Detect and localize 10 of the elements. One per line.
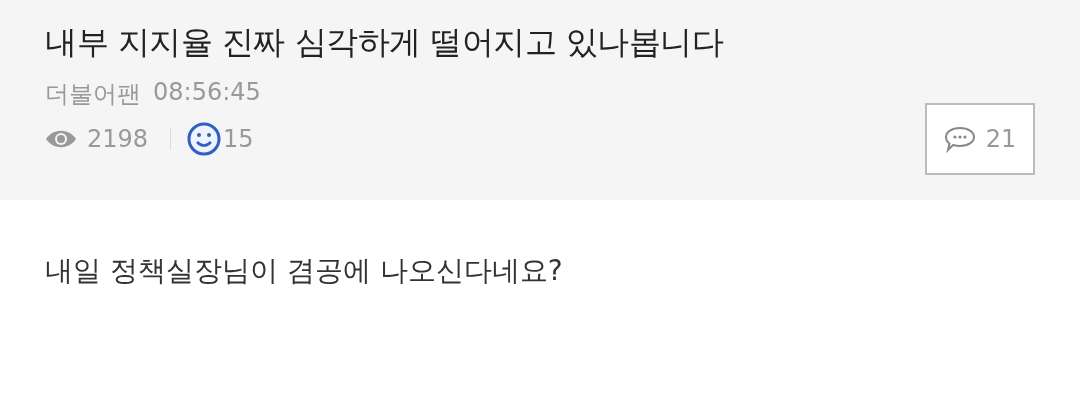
post-time: 08:56:45 xyxy=(153,78,261,108)
eye-icon xyxy=(45,128,77,150)
comment-button[interactable]: 21 xyxy=(925,103,1035,175)
view-count: 2198 xyxy=(87,125,149,153)
post-title: 내부 지지율 진짜 심각하게 떨어지고 있나봅니다 xyxy=(45,22,724,63)
post-body: 내일 정책실장님이 겸공에 나오신다네요? xyxy=(44,253,564,289)
speech-bubble-icon xyxy=(943,125,976,153)
author-name[interactable]: 더불어팬 xyxy=(45,78,141,110)
smiley-icon xyxy=(187,122,222,156)
like-count: 15 xyxy=(223,125,254,153)
